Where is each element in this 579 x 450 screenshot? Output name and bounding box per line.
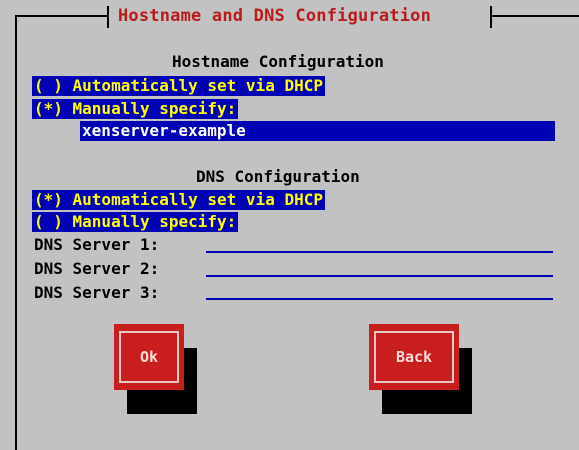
hostname-heading: Hostname Configuration — [172, 52, 384, 71]
frame-left — [15, 15, 17, 450]
dns-server-3-label: DNS Server 3: — [34, 283, 160, 302]
hostname-input[interactable]: xenserver-example — [80, 121, 555, 141]
hostname-dhcp-radio[interactable]: ( ) Automatically set via DHCP — [32, 76, 325, 96]
title-bracket-left — [107, 6, 109, 28]
dns-server-3-field[interactable] — [206, 298, 553, 300]
ok-button-label: Ok — [139, 348, 159, 366]
hostname-manual-radio[interactable]: (*) Manually specify: — [32, 99, 239, 119]
back-button[interactable]: Back — [369, 324, 459, 390]
back-button-label: Back — [395, 348, 433, 366]
dns-manual-radio[interactable]: ( ) Manually specify: — [32, 212, 239, 232]
frame-top-right — [492, 15, 579, 17]
dns-server-1-field[interactable] — [206, 251, 553, 253]
dns-server-1-label: DNS Server 1: — [34, 235, 160, 254]
dns-heading: DNS Configuration — [196, 167, 360, 186]
dns-server-2-field[interactable] — [206, 275, 553, 277]
dns-server-2-label: DNS Server 2: — [34, 259, 160, 278]
ok-button[interactable]: Ok — [114, 324, 184, 390]
dns-dhcp-radio[interactable]: (*) Automatically set via DHCP — [32, 190, 325, 210]
title-bracket-right — [490, 6, 492, 28]
frame-top-left — [15, 15, 107, 17]
dialog-title: Hostname and DNS Configuration — [118, 6, 432, 26]
